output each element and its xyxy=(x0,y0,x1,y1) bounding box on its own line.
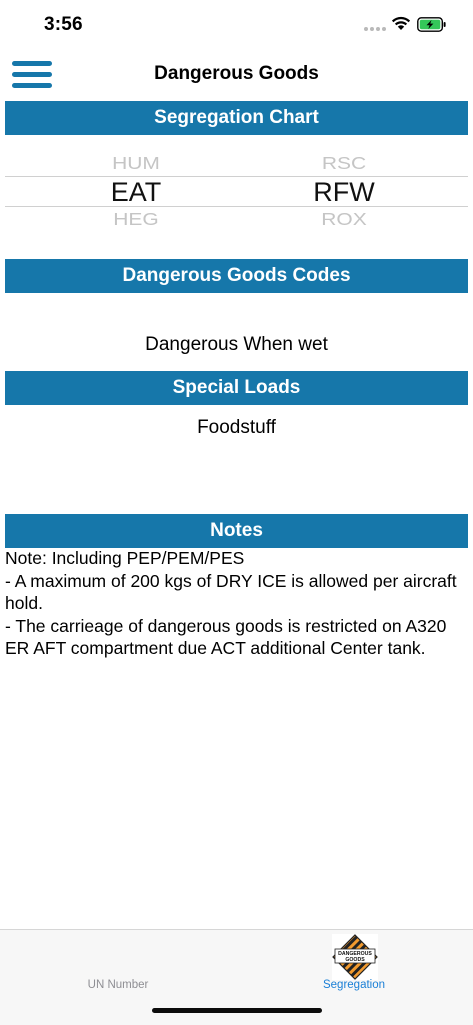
dangerous-goods-label-icon: DANGEROUS GOODS xyxy=(332,934,378,980)
status-time: 3:56 xyxy=(44,14,83,35)
dangerous-goods-code-value: Dangerous When wet xyxy=(145,334,328,355)
tab-un-number[interactable]: UN Number xyxy=(0,930,236,1000)
segregation-picker[interactable]: HUM EAT HEG RSC RFW ROX xyxy=(0,136,473,256)
notes-header: Notes xyxy=(5,514,468,548)
tab-segregation-label: Segregation xyxy=(322,979,386,991)
picker-right-item-selected[interactable]: RFW xyxy=(264,177,424,208)
special-loads-header: Special Loads xyxy=(5,371,468,405)
notes-text: Note: Including PEP/PEM/PES - A maximum … xyxy=(5,548,457,658)
picker-left-item-above[interactable]: HUM xyxy=(56,154,216,174)
tab-un-number-label: UN Number xyxy=(87,979,149,991)
wifi-icon xyxy=(391,16,411,30)
picker-right-item-below[interactable]: ROX xyxy=(264,210,424,230)
special-loads-value: Foodstuff xyxy=(197,417,276,438)
picker-left-item-below[interactable]: HEG xyxy=(56,210,216,230)
picker-left-item-selected[interactable]: EAT xyxy=(56,177,216,208)
dangerous-goods-codes-header: Dangerous Goods Codes xyxy=(5,259,468,293)
page-title: Dangerous Goods xyxy=(154,63,319,84)
segregation-chart-header: Segregation Chart xyxy=(5,101,468,135)
svg-text:GOODS: GOODS xyxy=(345,957,365,963)
home-indicator xyxy=(152,1008,322,1013)
battery-charging-icon xyxy=(417,17,446,32)
cellular-signal-icon xyxy=(364,27,386,31)
picker-right-item-above[interactable]: RSC xyxy=(264,154,424,174)
tab-segregation[interactable]: DANGEROUS GOODS Segregation xyxy=(236,930,472,1000)
navigation-bar: Dangerous Goods xyxy=(0,50,473,100)
status-bar: 3:56 xyxy=(0,0,473,50)
